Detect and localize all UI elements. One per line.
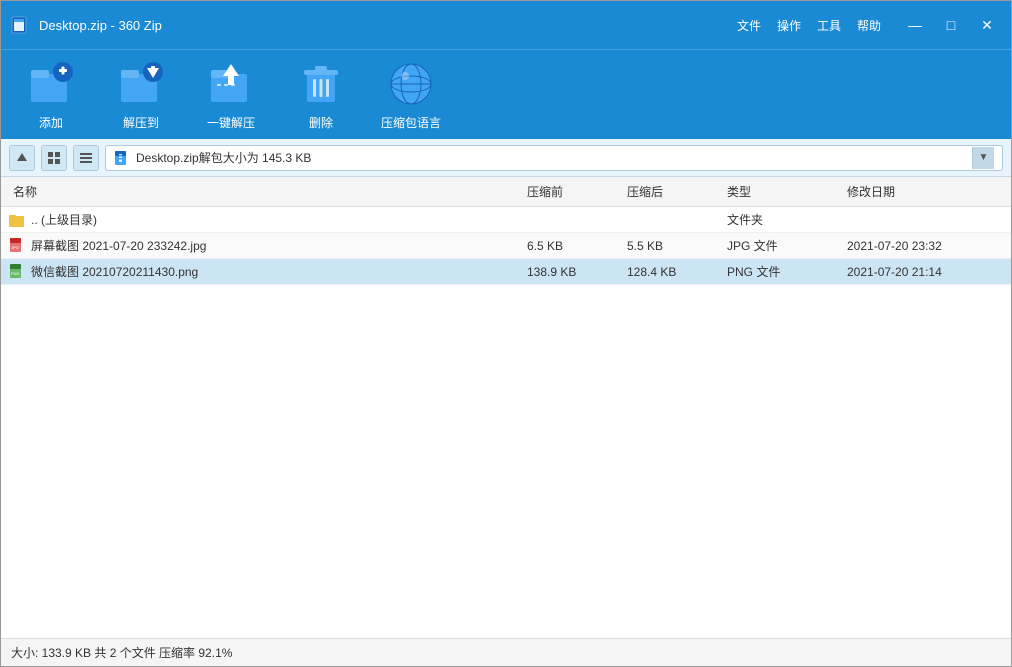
delete-label: 删除 [309, 114, 333, 131]
menu-file[interactable]: 文件 [737, 17, 761, 34]
address-bar: Desktop.zip解包大小为 145.3 KB ▼ [1, 139, 1011, 177]
svg-text:JPG: JPG [11, 245, 19, 250]
col-name[interactable]: 名称 [9, 181, 523, 202]
file-name-cell: .. (上级目录) [9, 211, 523, 228]
address-input[interactable]: Desktop.zip解包大小为 145.3 KB ▼ [105, 145, 1003, 171]
nav-up-button[interactable] [9, 145, 35, 171]
maximize-button[interactable]: □ [937, 11, 965, 39]
folder-icon [9, 212, 25, 228]
close-button[interactable]: ✕ [973, 11, 1001, 39]
view-list-button[interactable] [73, 145, 99, 171]
add-label: 添加 [39, 114, 63, 131]
menu-operate[interactable]: 操作 [777, 17, 801, 34]
one-click-extract-icon [205, 58, 257, 110]
file-size-before-2: 138.9 KB [523, 265, 623, 279]
app-icon [11, 15, 31, 35]
file-type: 文件夹 [723, 211, 843, 228]
file-size-before-1: 6.5 KB [523, 239, 623, 253]
extract-to-icon [115, 58, 167, 110]
col-type[interactable]: 类型 [723, 181, 843, 202]
table-row[interactable]: .. (上级目录) 文件夹 [1, 207, 1011, 233]
toolbar: 添加 解压到 [1, 49, 1011, 139]
extract-to-label: 解压到 [123, 114, 159, 131]
compress-lang-label: 压缩包语言 [381, 114, 441, 131]
compress-lang-icon [385, 58, 437, 110]
file-type-1: JPG 文件 [723, 237, 843, 254]
menu-tools[interactable]: 工具 [817, 17, 841, 34]
col-size-after[interactable]: 压缩后 [623, 181, 723, 202]
zip-file-icon [114, 150, 130, 166]
file-name-cell: JPG 屏幕截图 2021-07-20 233242.jpg [9, 237, 523, 254]
svg-text:PNG: PNG [11, 271, 20, 276]
status-text: 大小: 133.9 KB 共 2 个文件 压缩率 92.1% [11, 644, 232, 661]
file-modified-2: 2021-07-20 21:14 [843, 265, 1003, 279]
file-modified-1: 2021-07-20 23:32 [843, 239, 1003, 253]
menu-help[interactable]: 帮助 [857, 17, 881, 34]
col-size-before[interactable]: 压缩前 [523, 181, 623, 202]
delete-icon [295, 58, 347, 110]
file-name-2: 微信截图 20210720211430.png [31, 263, 198, 280]
parent-dir-name: .. (上级目录) [31, 211, 97, 228]
file-name-cell: PNG 微信截图 20210720211430.png [9, 263, 523, 280]
file-size-after-1: 5.5 KB [623, 239, 723, 253]
file-name-1: 屏幕截图 2021-07-20 233242.jpg [31, 237, 206, 254]
title-bar: Desktop.zip - 360 Zip 文件 操作 工具 帮助 — □ ✕ [1, 1, 1011, 49]
table-row[interactable]: PNG 微信截图 20210720211430.png 138.9 KB 128… [1, 259, 1011, 285]
table-row[interactable]: JPG 屏幕截图 2021-07-20 233242.jpg 6.5 KB 5.… [1, 233, 1011, 259]
file-type-2: PNG 文件 [723, 263, 843, 280]
file-size-after-2: 128.4 KB [623, 265, 723, 279]
delete-button[interactable]: 删除 [291, 58, 351, 131]
window-title: Desktop.zip - 360 Zip [39, 18, 737, 33]
minimize-button[interactable]: — [901, 11, 929, 39]
window-controls: — □ ✕ [901, 11, 1001, 39]
view-large-button[interactable] [41, 145, 67, 171]
address-dropdown[interactable]: ▼ [972, 147, 994, 169]
compress-lang-button[interactable]: 压缩包语言 [381, 58, 441, 131]
png-file-icon: PNG [9, 264, 25, 280]
one-click-extract-button[interactable]: 一键解压 [201, 58, 261, 131]
add-icon [25, 58, 77, 110]
jpg-file-icon: JPG [9, 238, 25, 254]
col-modified[interactable]: 修改日期 [843, 181, 1003, 202]
address-text: Desktop.zip解包大小为 145.3 KB [136, 149, 972, 166]
status-bar: 大小: 133.9 KB 共 2 个文件 压缩率 92.1% [1, 638, 1011, 666]
menu-bar: 文件 操作 工具 帮助 [737, 17, 881, 34]
add-button[interactable]: 添加 [21, 58, 81, 131]
extract-to-button[interactable]: 解压到 [111, 58, 171, 131]
list-header: 名称 压缩前 压缩后 类型 修改日期 [1, 177, 1011, 207]
one-click-extract-label: 一键解压 [207, 114, 255, 131]
file-list: .. (上级目录) 文件夹 JPG 屏幕截图 2021-07-20 233242… [1, 207, 1011, 638]
